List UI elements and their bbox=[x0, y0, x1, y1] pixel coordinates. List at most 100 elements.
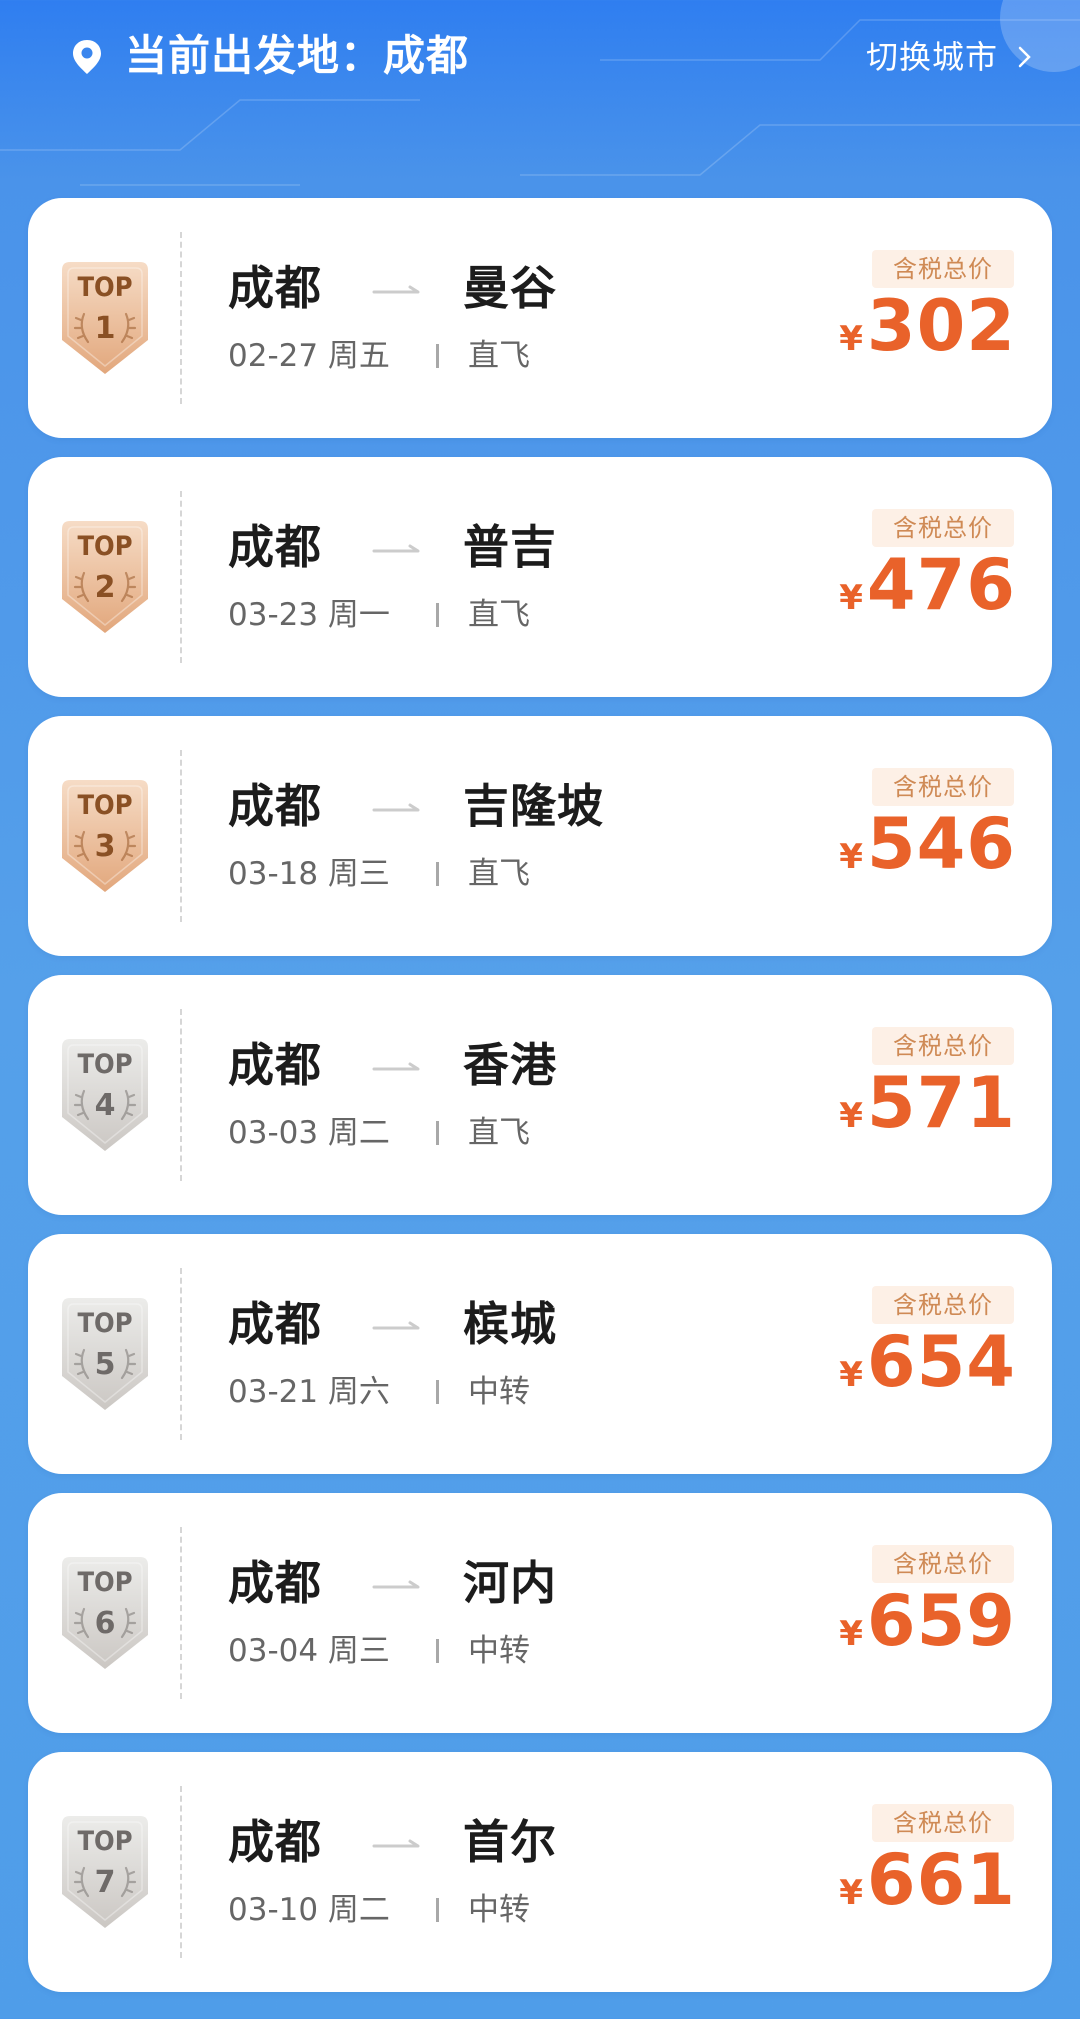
rank-number: 3 bbox=[94, 829, 116, 864]
departure-date: 03-04 周三 bbox=[228, 1633, 390, 1669]
rank-top-label: TOP bbox=[77, 531, 133, 562]
route-list: TOP 1 成都 曼谷 02-27 周五 直飞 含税总价 ¥302 TOP 2 … bbox=[28, 198, 1052, 2011]
departure-date: 03-18 周三 bbox=[228, 856, 390, 892]
rank-top-label: TOP bbox=[77, 1826, 133, 1857]
flight-type: 直飞 bbox=[468, 1115, 530, 1151]
route-arrow-icon bbox=[372, 803, 420, 812]
tax-included-tag: 含税总价 bbox=[872, 1027, 1014, 1065]
route-card[interactable]: TOP 2 成都 普吉 03-23 周一 直飞 含税总价 ¥476 bbox=[28, 457, 1052, 697]
origin-city: 成都 bbox=[228, 520, 322, 574]
departure-date: 03-23 周一 bbox=[228, 597, 390, 633]
destination-city: 吉隆坡 bbox=[463, 779, 604, 833]
currency-symbol: ¥ bbox=[839, 1873, 863, 1913]
destination-city: 首尔 bbox=[463, 1815, 557, 1869]
price-amount: 546 bbox=[866, 803, 1016, 885]
date-type-separator bbox=[436, 603, 439, 627]
date-type-separator bbox=[436, 344, 439, 368]
rank-top-label: TOP bbox=[77, 1049, 133, 1080]
destination-city: 曼谷 bbox=[463, 261, 557, 315]
route-card[interactable]: TOP 6 成都 河内 03-04 周三 中转 含税总价 ¥659 bbox=[28, 1493, 1052, 1733]
destination-city: 河内 bbox=[463, 1556, 557, 1610]
tax-included-tag: 含税总价 bbox=[872, 1804, 1014, 1842]
price-amount: 661 bbox=[866, 1839, 1016, 1921]
switch-city-button[interactable]: 切换城市 bbox=[866, 34, 998, 80]
rank-badge: TOP 4 bbox=[54, 1035, 156, 1157]
flight-type: 中转 bbox=[468, 1374, 530, 1410]
rank-badge: TOP 1 bbox=[54, 258, 156, 380]
currency-symbol: ¥ bbox=[839, 1614, 863, 1654]
route-arrow-icon bbox=[372, 1839, 420, 1848]
tax-included-tag: 含税总价 bbox=[872, 1286, 1014, 1324]
rank-badge: TOP 2 bbox=[54, 517, 156, 639]
currency-symbol: ¥ bbox=[839, 578, 863, 618]
route-card[interactable]: TOP 4 成都 香港 03-03 周二 直飞 含税总价 ¥571 bbox=[28, 975, 1052, 1215]
card-divider bbox=[180, 750, 182, 922]
card-divider bbox=[180, 1009, 182, 1181]
departure-date: 03-10 周二 bbox=[228, 1892, 390, 1928]
route-card[interactable]: TOP 3 成都 吉隆坡 03-18 周三 直飞 含税总价 ¥546 bbox=[28, 716, 1052, 956]
price: ¥546 bbox=[839, 804, 1016, 884]
card-divider bbox=[180, 1786, 182, 1958]
origin-city: 成都 bbox=[228, 1556, 322, 1610]
rank-number: 4 bbox=[94, 1088, 116, 1123]
flight-type: 直飞 bbox=[468, 338, 530, 374]
tax-included-tag: 含税总价 bbox=[872, 509, 1014, 547]
rank-top-label: TOP bbox=[77, 1308, 133, 1339]
departure-date: 03-21 周六 bbox=[228, 1374, 390, 1410]
price-amount: 654 bbox=[866, 1321, 1016, 1403]
price-amount: 659 bbox=[866, 1580, 1016, 1662]
flight-type: 中转 bbox=[468, 1633, 530, 1669]
rank-number: 2 bbox=[94, 570, 116, 605]
origin-city: 成都 bbox=[228, 1297, 322, 1351]
rank-number: 7 bbox=[94, 1865, 116, 1900]
card-divider bbox=[180, 1527, 182, 1699]
header: 当前出发地：成都 切换城市 bbox=[0, 0, 1080, 112]
currency-symbol: ¥ bbox=[839, 1096, 863, 1136]
flight-type: 直飞 bbox=[468, 856, 530, 892]
flight-type: 中转 bbox=[468, 1892, 530, 1928]
origin-city: 成都 bbox=[228, 1038, 322, 1092]
date-type-separator bbox=[436, 1121, 439, 1145]
tax-included-tag: 含税总价 bbox=[872, 250, 1014, 288]
route-arrow-icon bbox=[372, 1062, 420, 1071]
route-arrow-icon bbox=[372, 1580, 420, 1589]
rank-number: 5 bbox=[94, 1347, 116, 1382]
date-type-separator bbox=[436, 1898, 439, 1922]
route-arrow-icon bbox=[372, 544, 420, 553]
rank-number: 6 bbox=[94, 1606, 116, 1641]
rank-number: 1 bbox=[94, 311, 116, 346]
route-arrow-icon bbox=[372, 1321, 420, 1330]
departure-date: 02-27 周五 bbox=[228, 338, 390, 374]
rank-badge: TOP 6 bbox=[54, 1553, 156, 1675]
origin-city: 成都 bbox=[228, 261, 322, 315]
price: ¥476 bbox=[839, 545, 1016, 625]
rank-badge: TOP 7 bbox=[54, 1812, 156, 1934]
route-card[interactable]: TOP 7 成都 首尔 03-10 周二 中转 含税总价 ¥661 bbox=[28, 1752, 1052, 1992]
route-card[interactable]: TOP 5 成都 槟城 03-21 周六 中转 含税总价 ¥654 bbox=[28, 1234, 1052, 1474]
destination-city: 香港 bbox=[463, 1038, 557, 1092]
location-pin-icon bbox=[73, 40, 101, 74]
chevron-right-icon[interactable] bbox=[1016, 45, 1034, 69]
departure-date: 03-03 周二 bbox=[228, 1115, 390, 1151]
route-card[interactable]: TOP 1 成都 曼谷 02-27 周五 直飞 含税总价 ¥302 bbox=[28, 198, 1052, 438]
date-type-separator bbox=[436, 862, 439, 886]
price: ¥661 bbox=[839, 1840, 1016, 1920]
card-divider bbox=[180, 232, 182, 404]
rank-top-label: TOP bbox=[77, 272, 133, 303]
rank-top-label: TOP bbox=[77, 790, 133, 821]
price: ¥302 bbox=[839, 286, 1016, 366]
currency-symbol: ¥ bbox=[839, 837, 863, 877]
date-type-separator bbox=[436, 1380, 439, 1404]
origin-city: 成都 bbox=[228, 1815, 322, 1869]
price-amount: 571 bbox=[866, 1062, 1016, 1144]
price-amount: 476 bbox=[866, 544, 1016, 626]
currency-symbol: ¥ bbox=[839, 1355, 863, 1395]
destination-city: 槟城 bbox=[463, 1297, 557, 1351]
tax-included-tag: 含税总价 bbox=[872, 768, 1014, 806]
flight-type: 直飞 bbox=[468, 597, 530, 633]
tax-included-tag: 含税总价 bbox=[872, 1545, 1014, 1583]
departure-city-label: 当前出发地：成都 bbox=[125, 31, 470, 80]
rank-badge: TOP 5 bbox=[54, 1294, 156, 1416]
price: ¥571 bbox=[839, 1063, 1016, 1143]
route-arrow-icon bbox=[372, 285, 420, 294]
